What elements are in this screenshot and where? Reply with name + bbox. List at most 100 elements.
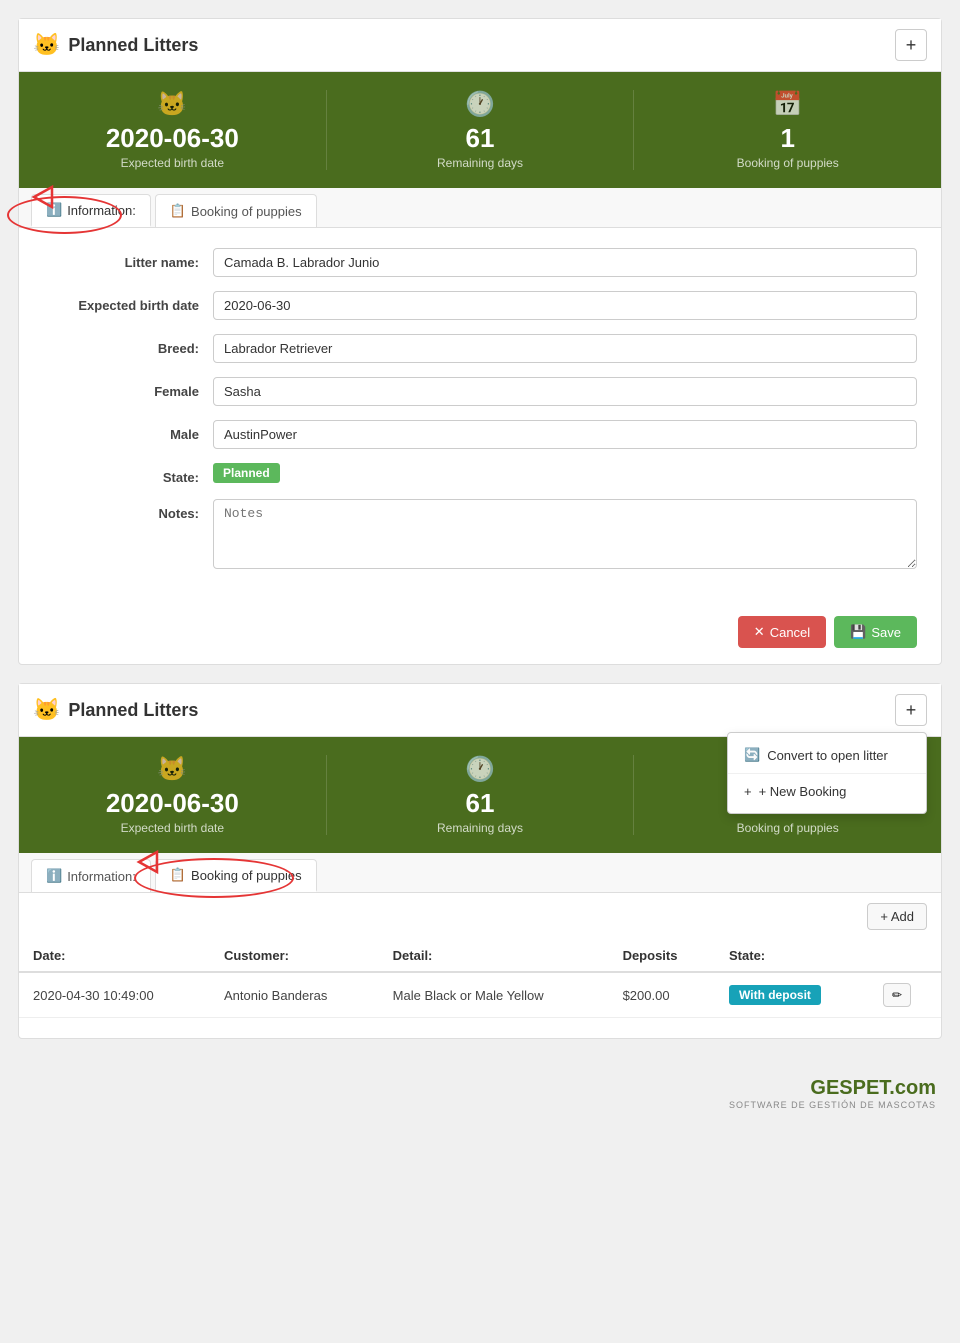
col-detail: Detail: <box>379 940 609 972</box>
remaining-icon: 🕐 <box>327 90 634 119</box>
remaining-label: Remaining days <box>437 156 523 170</box>
remaining-icon-2: 🕐 <box>327 755 634 784</box>
litter-name-field <box>213 248 917 277</box>
form-row-breed: Breed: <box>43 334 917 363</box>
col-date: Date: <box>19 940 210 972</box>
breed-input[interactable] <box>213 334 917 363</box>
tab-bar-top: ℹ️ Information: 📋 Booking of puppies <box>19 188 941 228</box>
page-title-bottom: Planned Litters <box>68 700 198 721</box>
dropdown-convert[interactable]: 🔄 Convert to open litter <box>728 737 926 774</box>
cell-state: With deposit <box>715 972 869 1018</box>
birth-date-field <box>213 291 917 320</box>
add-button-bottom[interactable]: + <box>895 694 927 726</box>
convert-icon: 🔄 <box>744 747 760 763</box>
col-actions <box>869 940 941 972</box>
edit-row-button[interactable]: ✏ <box>883 983 911 1007</box>
tab-information-bottom[interactable]: ℹ️ Information: <box>31 859 151 892</box>
stat-bookings: 📅 1 Booking of puppies <box>634 90 941 170</box>
tab-booking-bottom[interactable]: 📋 Booking of puppies <box>155 859 317 892</box>
save-label: Save <box>871 625 901 640</box>
new-booking-label: + New Booking <box>759 784 847 799</box>
cell-detail: Male Black or Male Yellow <box>379 972 609 1018</box>
tab-info-label-bottom: Information: <box>67 869 136 884</box>
table-row: 2020-04-30 10:49:00 Antonio Banderas Mal… <box>19 972 941 1018</box>
page-title-top: Planned Litters <box>68 35 198 56</box>
litter-name-input[interactable] <box>213 248 917 277</box>
cell-date: 2020-04-30 10:49:00 <box>19 972 210 1018</box>
breed-field <box>213 334 917 363</box>
cancel-button[interactable]: ✕ Cancel <box>738 616 826 648</box>
bookings-table: Date: Customer: Detail: Deposits State: … <box>19 940 941 1018</box>
header-title-top: 🐱 Planned Litters <box>33 32 198 58</box>
stat-remaining-days: 🕐 61 Remaining days <box>327 90 635 170</box>
state-label: State: <box>43 463 213 485</box>
stat-remaining-days-2: 🕐 61 Remaining days <box>327 755 635 835</box>
col-customer: Customer: <box>210 940 379 972</box>
birth-date-input[interactable] <box>213 291 917 320</box>
cell-deposits: $200.00 <box>609 972 715 1018</box>
form-row-male: Male <box>43 420 917 449</box>
birth-date-icon-2: 🐱 <box>19 755 326 784</box>
table-actions: + Add <box>19 893 941 940</box>
tab-area-bottom: ℹ️ Information: 📋 Booking of puppies <box>19 853 941 893</box>
new-booking-icon: + <box>744 784 752 799</box>
remaining-value-2: 61 <box>327 788 634 819</box>
form-actions: ✕ Cancel 💾 Save <box>19 606 941 664</box>
booking-icon-bottom: 📋 <box>170 867 186 883</box>
header-title-bottom: 🐱 Planned Litters <box>33 697 198 723</box>
dropdown-new-booking[interactable]: + + New Booking <box>728 774 926 809</box>
state-badge: Planned <box>213 463 280 483</box>
bookings-label-2: Booking of puppies <box>737 821 839 835</box>
notes-label: Notes: <box>43 499 213 521</box>
brand-name: GESPET.com <box>810 1077 936 1099</box>
form-row-birth-date: Expected birth date <box>43 291 917 320</box>
form-section: Litter name: Expected birth date Breed: … <box>19 228 941 606</box>
stat-birth-date: 🐱 2020-06-30 Expected birth date <box>19 90 327 170</box>
add-button-top[interactable]: + <box>895 29 927 61</box>
male-label: Male <box>43 420 213 442</box>
dropdown-menu: 🔄 Convert to open litter + + New Booking <box>727 732 927 814</box>
notes-field <box>213 499 917 572</box>
tab-booking-label-bottom: Booking of puppies <box>191 868 302 883</box>
save-button[interactable]: 💾 Save <box>834 616 917 648</box>
save-icon: 💾 <box>850 624 866 640</box>
deposit-state-badge: With deposit <box>729 985 821 1005</box>
cell-edit: ✏ <box>869 972 941 1018</box>
form-row-female: Female <box>43 377 917 406</box>
form-row-state: State: Planned <box>43 463 917 485</box>
breed-label: Breed: <box>43 334 213 356</box>
male-field <box>213 420 917 449</box>
stat-birth-date-2: 🐱 2020-06-30 Expected birth date <box>19 755 327 835</box>
birth-date-label: Expected birth date <box>121 156 224 170</box>
cell-customer: Antonio Banderas <box>210 972 379 1018</box>
tab-booking-label-top: Booking of puppies <box>191 204 302 219</box>
birth-date-value: 2020-06-30 <box>19 123 326 154</box>
section-top: 🐱 Planned Litters + 🐱 2020-06-30 Expecte… <box>18 18 942 665</box>
tab-information-top[interactable]: ℹ️ Information: <box>31 194 151 227</box>
convert-label: Convert to open litter <box>767 748 888 763</box>
tab-booking-top[interactable]: 📋 Booking of puppies <box>155 194 317 227</box>
state-field: Planned <box>213 463 917 483</box>
birth-date-label-2: Expected birth date <box>121 821 224 835</box>
section-bottom: 🐱 Planned Litters + 🔄 Convert to open li… <box>18 683 942 1039</box>
bookings-label: Booking of puppies <box>737 156 839 170</box>
litter-name-label: Litter name: <box>43 248 213 270</box>
col-state: State: <box>715 940 869 972</box>
tab-info-label-top: Information: <box>67 203 136 218</box>
male-input[interactable] <box>213 420 917 449</box>
female-label: Female <box>43 377 213 399</box>
remaining-label-2: Remaining days <box>437 821 523 835</box>
table-add-button[interactable]: + Add <box>867 903 927 930</box>
page-header-bottom: 🐱 Planned Litters + 🔄 Convert to open li… <box>19 684 941 737</box>
cancel-icon: ✕ <box>754 624 765 640</box>
form-row-notes: Notes: <box>43 499 917 572</box>
female-input[interactable] <box>213 377 917 406</box>
booking-icon-top: 📋 <box>170 203 186 219</box>
tab-bar-bottom: ℹ️ Information: 📋 Booking of puppies <box>19 853 941 893</box>
notes-textarea[interactable] <box>213 499 917 569</box>
brand-sub: Software de gestión de mascotas <box>24 1100 936 1110</box>
col-deposits: Deposits <box>609 940 715 972</box>
remaining-value: 61 <box>327 123 634 154</box>
add-dropdown-wrapper: + 🔄 Convert to open litter + + New Booki… <box>895 694 927 726</box>
female-field <box>213 377 917 406</box>
